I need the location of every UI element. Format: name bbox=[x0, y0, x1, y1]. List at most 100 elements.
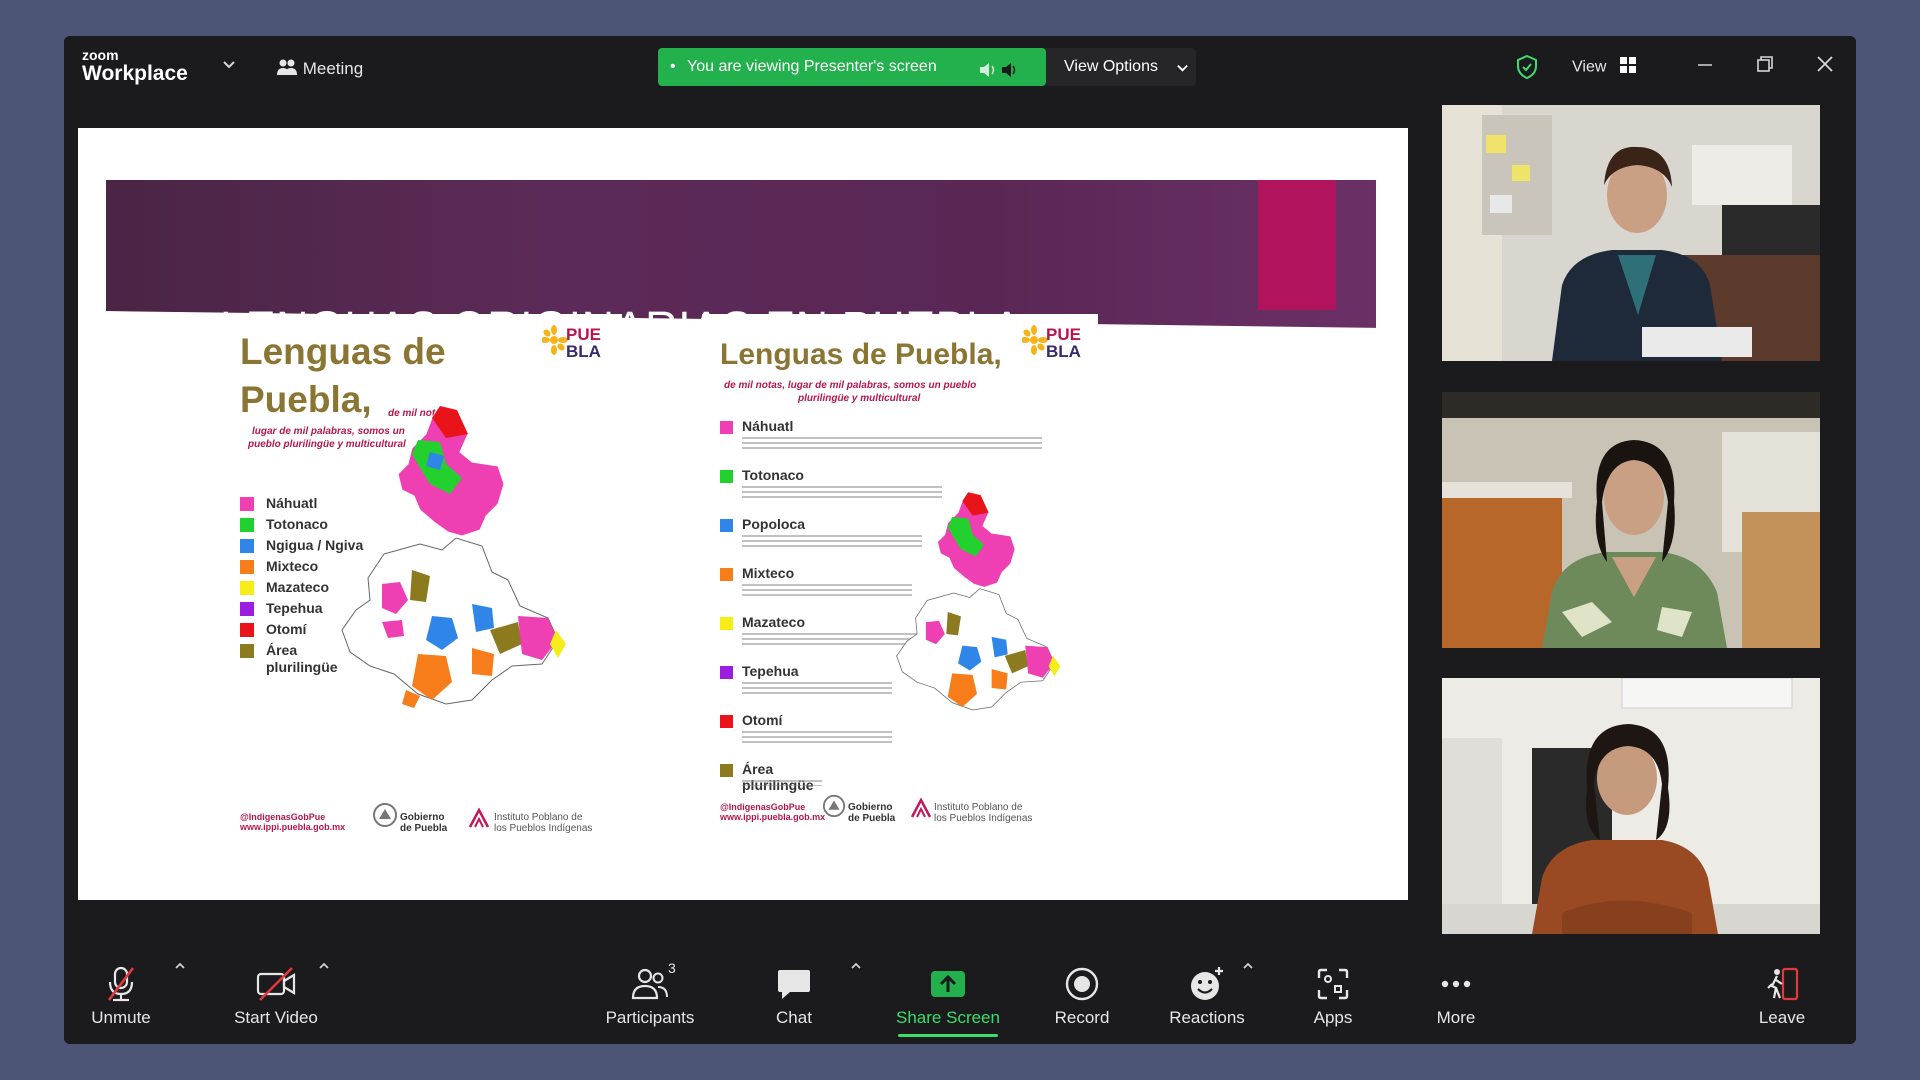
legend-fine-print bbox=[742, 780, 822, 786]
legend-swatch bbox=[720, 421, 733, 434]
poster-right-title: Lenguas de Puebla, bbox=[720, 338, 1002, 371]
grid-view-icon bbox=[1619, 56, 1637, 79]
puebla-map bbox=[322, 404, 582, 719]
footer-site: www.ippi.puebla.gob.mx bbox=[720, 812, 826, 822]
legend-swatch bbox=[720, 470, 733, 483]
legend-label: Náhuatl bbox=[742, 418, 794, 434]
participants-button[interactable]: Participants 3 bbox=[598, 942, 702, 1044]
brand-small: zoom bbox=[82, 47, 119, 63]
brand-big: Workplace bbox=[82, 62, 188, 85]
share-screen-button[interactable]: Share Screen bbox=[886, 942, 1010, 1044]
participants-label: Participants bbox=[605, 1008, 695, 1027]
video-off-icon bbox=[224, 964, 328, 1004]
view-label: View bbox=[1572, 58, 1607, 76]
meeting-menu[interactable]: Meeting bbox=[276, 58, 363, 81]
banner-text: You are viewing Presenter's screen bbox=[687, 58, 937, 75]
gobierno-emblem-icon bbox=[822, 794, 846, 823]
slide-pink-accent bbox=[1258, 180, 1336, 310]
audio-options-caret-icon[interactable] bbox=[174, 960, 186, 975]
minimize-icon[interactable] bbox=[1690, 50, 1720, 80]
legend-label: Mazateco bbox=[742, 614, 806, 630]
puebla-map bbox=[882, 484, 1072, 729]
share-screen-active-underline bbox=[898, 1034, 998, 1037]
legend-swatch bbox=[240, 560, 254, 574]
footer-gov-line1: Gobierno bbox=[848, 802, 893, 813]
footer-site: www.ippi.puebla.gob.mx bbox=[240, 822, 346, 832]
legend-fine-print bbox=[742, 731, 892, 745]
record-icon bbox=[1042, 964, 1122, 1004]
apps-button[interactable]: Apps bbox=[1298, 942, 1368, 1044]
reactions-button[interactable]: Reactions bbox=[1162, 942, 1252, 1044]
puebla-logo: PUE BLA bbox=[1020, 322, 1088, 367]
participant-video-tile-3[interactable] bbox=[1442, 678, 1820, 934]
speaker-icon[interactable] bbox=[978, 57, 1018, 95]
legend-label: Mixteco bbox=[266, 558, 319, 574]
reactions-emoji-icon bbox=[1162, 964, 1252, 1004]
participant-video-tile-2[interactable] bbox=[1442, 392, 1820, 648]
meeting-label: Meeting bbox=[302, 58, 364, 78]
banner-dot-icon: • bbox=[670, 58, 676, 75]
footer-inst-line2: los Pueblos Indígenas bbox=[494, 823, 593, 834]
poster-left-title-line1: Lenguas de bbox=[240, 331, 446, 372]
more-button[interactable]: More bbox=[1418, 942, 1494, 1044]
legend-label: Área plurilingüe bbox=[742, 761, 814, 793]
participant-video-tile-1[interactable] bbox=[1442, 105, 1820, 361]
participant-video-2 bbox=[1442, 392, 1820, 648]
legend-swatch bbox=[240, 581, 254, 595]
logo-text-bottom: BLA bbox=[1046, 342, 1081, 361]
poster-right-subtitle-line2: plurilingüe y multicultural bbox=[798, 393, 921, 404]
footer-inst-line2: los Pueblos Indígenas bbox=[934, 813, 1033, 824]
meeting-people-icon bbox=[276, 58, 298, 81]
app-menu-chevron-icon[interactable] bbox=[222, 57, 236, 74]
legend-label: Mixteco bbox=[742, 565, 795, 581]
legend-swatch bbox=[240, 518, 254, 532]
instituto-logo-icon bbox=[468, 807, 490, 833]
logo-text-bottom: BLA bbox=[566, 342, 601, 361]
legend-swatch bbox=[720, 519, 733, 532]
view-options-button[interactable]: View Options bbox=[1046, 48, 1196, 86]
legend-swatch bbox=[720, 568, 733, 581]
unmute-button[interactable]: Unmute bbox=[84, 942, 158, 1044]
apps-icon bbox=[1298, 964, 1368, 1004]
legend-fine-print bbox=[742, 682, 892, 696]
footer-inst-line1: Instituto Poblano de bbox=[494, 812, 583, 823]
restore-icon[interactable] bbox=[1750, 50, 1780, 80]
app-logo[interactable]: zoom Workplace bbox=[82, 48, 188, 86]
chat-button[interactable]: Chat bbox=[762, 942, 826, 1044]
poster-left: Lenguas de Puebla, de mil notas lugar de… bbox=[222, 314, 622, 842]
security-shield-icon[interactable] bbox=[1516, 54, 1538, 84]
leave-button[interactable]: Leave bbox=[1750, 942, 1814, 1044]
legend-swatch bbox=[240, 497, 254, 511]
legend-label: Popoloca bbox=[742, 516, 806, 532]
top-bar: zoom Workplace Meeting • You are viewing… bbox=[64, 36, 1856, 98]
puebla-logo: PUE BLA bbox=[540, 322, 608, 367]
unmute-label: Unmute bbox=[91, 1008, 151, 1027]
legend-swatch bbox=[720, 715, 733, 728]
footer-gov-line2: de Puebla bbox=[848, 813, 896, 824]
chat-options-caret-icon[interactable] bbox=[850, 960, 862, 975]
legend-label: Mazateco bbox=[266, 579, 330, 595]
legend-swatch bbox=[240, 623, 254, 637]
instituto-logo-icon bbox=[910, 797, 932, 823]
start-video-label: Start Video bbox=[234, 1008, 318, 1027]
video-options-caret-icon[interactable] bbox=[318, 960, 330, 975]
participants-count: 3 bbox=[668, 960, 676, 976]
view-options-label: View Options bbox=[1064, 58, 1158, 75]
chat-label: Chat bbox=[776, 1008, 812, 1027]
start-video-button[interactable]: Start Video bbox=[224, 942, 328, 1044]
close-icon[interactable] bbox=[1810, 50, 1840, 80]
legend-label: Náhuatl bbox=[266, 495, 318, 511]
footer-handle: @IndigenasGobPue bbox=[720, 802, 806, 812]
shared-screen[interactable]: LENGUAS ORIGINARIAS EN PUEBLA Lenguas de… bbox=[78, 128, 1408, 900]
legend-label: Otomí bbox=[266, 621, 307, 637]
more-label: More bbox=[1436, 1008, 1476, 1027]
legend-swatch bbox=[720, 666, 733, 679]
leave-exit-icon bbox=[1750, 964, 1814, 1004]
zoom-window: zoom Workplace Meeting • You are viewing… bbox=[64, 36, 1856, 1044]
legend-swatch bbox=[720, 617, 733, 630]
legend-swatch bbox=[240, 539, 254, 553]
leave-label: Leave bbox=[1758, 1008, 1806, 1027]
record-button[interactable]: Record bbox=[1042, 942, 1122, 1044]
reactions-options-caret-icon[interactable] bbox=[1242, 960, 1254, 975]
view-button[interactable]: View bbox=[1572, 56, 1637, 79]
